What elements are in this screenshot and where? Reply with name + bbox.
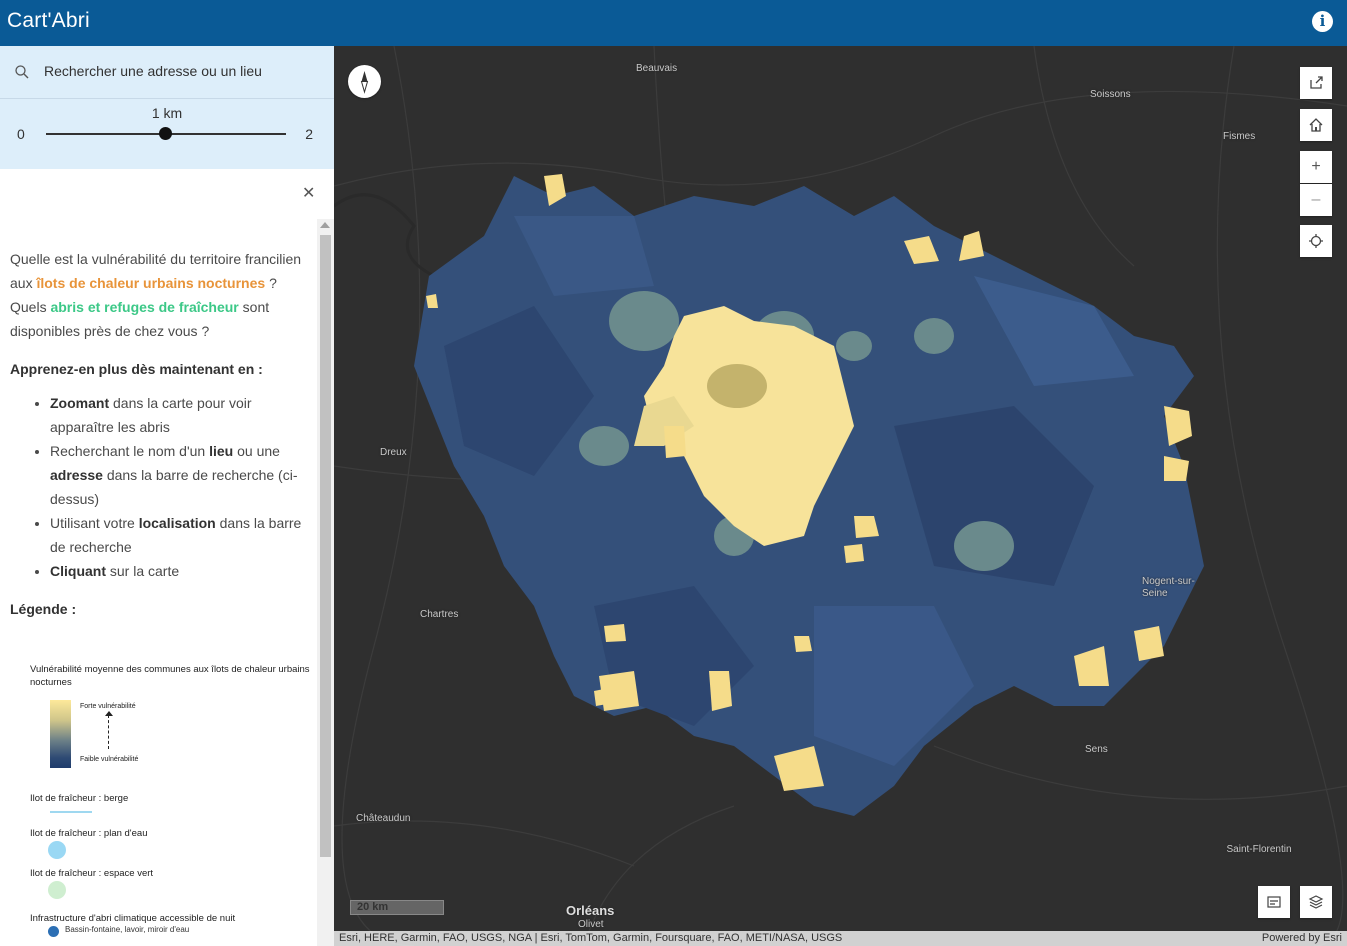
- search-input[interactable]: Rechercher une adresse ou un lieu: [44, 63, 314, 79]
- scroll-up-arrow-icon[interactable]: [320, 222, 330, 228]
- share-icon[interactable]: [1300, 67, 1332, 99]
- place-label: Châteaudun: [356, 813, 411, 824]
- legend-item-plan-eau: Ilot de fraîcheur : plan d'eau: [30, 828, 148, 839]
- slider-max-label: 2: [305, 126, 313, 142]
- distance-slider: 1 km 0 2: [0, 99, 334, 169]
- low-vulnerability-label: Faible vulnérabilité: [80, 756, 139, 763]
- legend-item-berge: Ilot de fraîcheur : berge: [30, 793, 129, 804]
- locate-icon[interactable]: [1300, 225, 1332, 257]
- app-header: Cart'Abri i: [0, 0, 1347, 46]
- scale-bar: 20 km: [350, 900, 444, 915]
- app-title: Cart'Abri: [7, 9, 90, 32]
- scroll-thumb[interactable]: [320, 235, 331, 857]
- slider-thumb[interactable]: [159, 127, 172, 140]
- legend-title: Vulnérabilité moyenne des communes aux î…: [30, 664, 310, 688]
- place-label: Fismes: [1223, 131, 1256, 142]
- place-label: Sens: [1085, 744, 1108, 755]
- layers-icon[interactable]: [1300, 886, 1332, 918]
- search-icon[interactable]: [14, 64, 30, 80]
- gradient-arrow: [108, 715, 109, 749]
- map-legend: Vulnérabilité moyenne des communes aux î…: [30, 663, 310, 937]
- attribution-text: Esri, HERE, Garmin, FAO, USGS, NGA | Esr…: [339, 932, 843, 944]
- place-label: Orléans: [566, 903, 615, 918]
- zoom-out-icon[interactable]: –: [1300, 184, 1332, 216]
- info-panel: ✕ Quelle est la vulnérabilité du territo…: [0, 169, 334, 946]
- place-label: Dreux: [380, 447, 407, 458]
- place-label: Saint-Florentin: [1226, 844, 1292, 855]
- close-icon[interactable]: ✕: [302, 183, 315, 203]
- shelter-highlight: abris et refuges de fraîcheur: [50, 299, 239, 315]
- legend-icon[interactable]: [1258, 886, 1290, 918]
- learn-heading: Apprenez-en plus dès maintenant en :: [10, 361, 263, 377]
- plan-eau-dot-icon: [48, 841, 66, 859]
- legend-sub-item-fontaine: Bassin-fontaine, lavoir, miroir d'eau: [65, 925, 190, 934]
- place-label: Olivet: [578, 919, 604, 930]
- map-attribution: Esri, HERE, Garmin, FAO, USGS, NGA | Esr…: [334, 931, 1347, 946]
- slider-value-label: 1 km: [151, 105, 183, 121]
- intro-paragraph: Quelle est la vulnérabilité du territoir…: [10, 247, 306, 343]
- panel-content: Quelle est la vulnérabilité du territoir…: [10, 247, 306, 621]
- sidebar: Rechercher une adresse ou un lieu 1 km 0…: [0, 46, 334, 946]
- espace-vert-dot-icon: [48, 881, 66, 899]
- berge-line-icon: [50, 811, 92, 813]
- place-label: Beauvais: [636, 63, 678, 74]
- instruction-list: Zoomant dans la carte pour voir apparaît…: [50, 391, 306, 583]
- vulnerability-gradient: [50, 700, 71, 768]
- search-bar: Rechercher une adresse ou un lieu: [0, 46, 334, 99]
- fountain-icon: [48, 926, 59, 937]
- info-icon[interactable]: i: [1312, 11, 1333, 32]
- slider-min-label: 0: [17, 126, 25, 142]
- home-icon[interactable]: [1300, 109, 1332, 141]
- basemap[interactable]: [334, 46, 1347, 946]
- place-label: Soissons: [1090, 89, 1131, 100]
- compass-icon[interactable]: [348, 65, 381, 98]
- legend-item-abri: Infrastructure d'abri climatique accessi…: [30, 913, 236, 924]
- list-item: Recherchant le nom d'un lieu ou une adre…: [50, 439, 306, 511]
- paris-core: [707, 364, 767, 408]
- list-item: Zoomant dans la carte pour voir apparaît…: [50, 391, 306, 439]
- place-label: Chartres: [420, 609, 459, 620]
- legend-heading: Légende :: [10, 601, 77, 617]
- arrow-up-icon: [105, 711, 113, 716]
- heat-island-highlight: îlots de chaleur urbains nocturnes: [36, 275, 266, 291]
- zoom-in-icon[interactable]: +: [1300, 151, 1332, 183]
- list-item: Cliquant sur la carte: [50, 559, 306, 583]
- legend-item-espace-vert: Ilot de fraîcheur : espace vert: [30, 868, 154, 879]
- place-label: Nogent-sur-Seine: [1142, 576, 1195, 599]
- high-vulnerability-label: Forte vulnérabilité: [80, 703, 136, 710]
- map-view[interactable]: Beauvais Soissons Fismes Dreux Chartres …: [334, 46, 1347, 946]
- powered-by-esri[interactable]: Powered by Esri: [1262, 932, 1342, 944]
- list-item: Utilisant votre localisation dans la bar…: [50, 511, 306, 559]
